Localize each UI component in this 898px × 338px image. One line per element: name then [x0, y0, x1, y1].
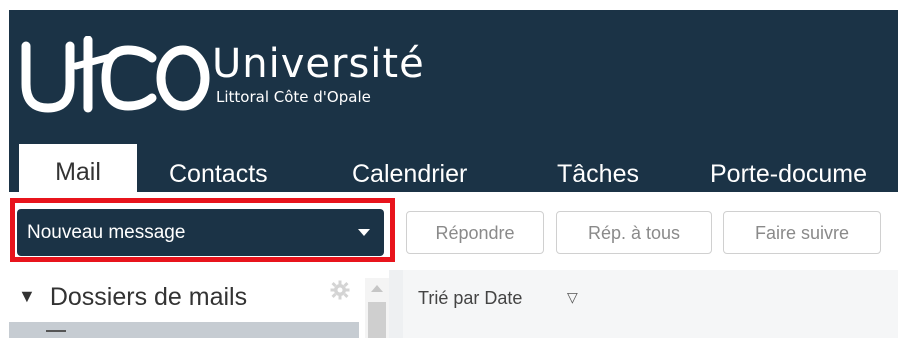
filter-triangle-icon[interactable]: ▽: [567, 289, 578, 306]
scroll-up-arrow-icon[interactable]: [371, 285, 383, 292]
app-window: Université Littoral Côte d'Opale Mail Co…: [0, 0, 898, 338]
tab-calendrier[interactable]: Calendrier: [352, 148, 467, 192]
tab-mail[interactable]: Mail: [19, 144, 137, 192]
brand-name: Université: [212, 41, 425, 87]
scrollbar-thumb[interactable]: [368, 302, 386, 338]
gear-icon[interactable]: [330, 280, 350, 300]
tab-porte-documents[interactable]: Porte-docume: [710, 148, 867, 192]
main-nav: Mail Contacts Calendrier Tâches Porte-do…: [9, 144, 898, 192]
inbox-icon: [46, 330, 66, 338]
reply-all-button[interactable]: Rép. à tous: [556, 211, 712, 254]
tab-contacts[interactable]: Contacts: [169, 148, 268, 192]
panel-divider[interactable]: [389, 270, 403, 338]
tab-taches[interactable]: Tâches: [557, 148, 639, 192]
brand-tagline: Littoral Côte d'Opale: [216, 88, 371, 106]
triangle-down-icon[interactable]: ▼: [18, 281, 36, 311]
highlight-box: [10, 198, 395, 262]
reply-button[interactable]: Répondre: [406, 211, 544, 254]
folders-title: Dossiers de mails: [49, 283, 248, 311]
forward-button[interactable]: Faire suivre: [723, 211, 881, 254]
sort-label[interactable]: Trié par Date: [418, 288, 522, 309]
folders-header[interactable]: ▼ Dossiers de mails: [18, 281, 247, 312]
